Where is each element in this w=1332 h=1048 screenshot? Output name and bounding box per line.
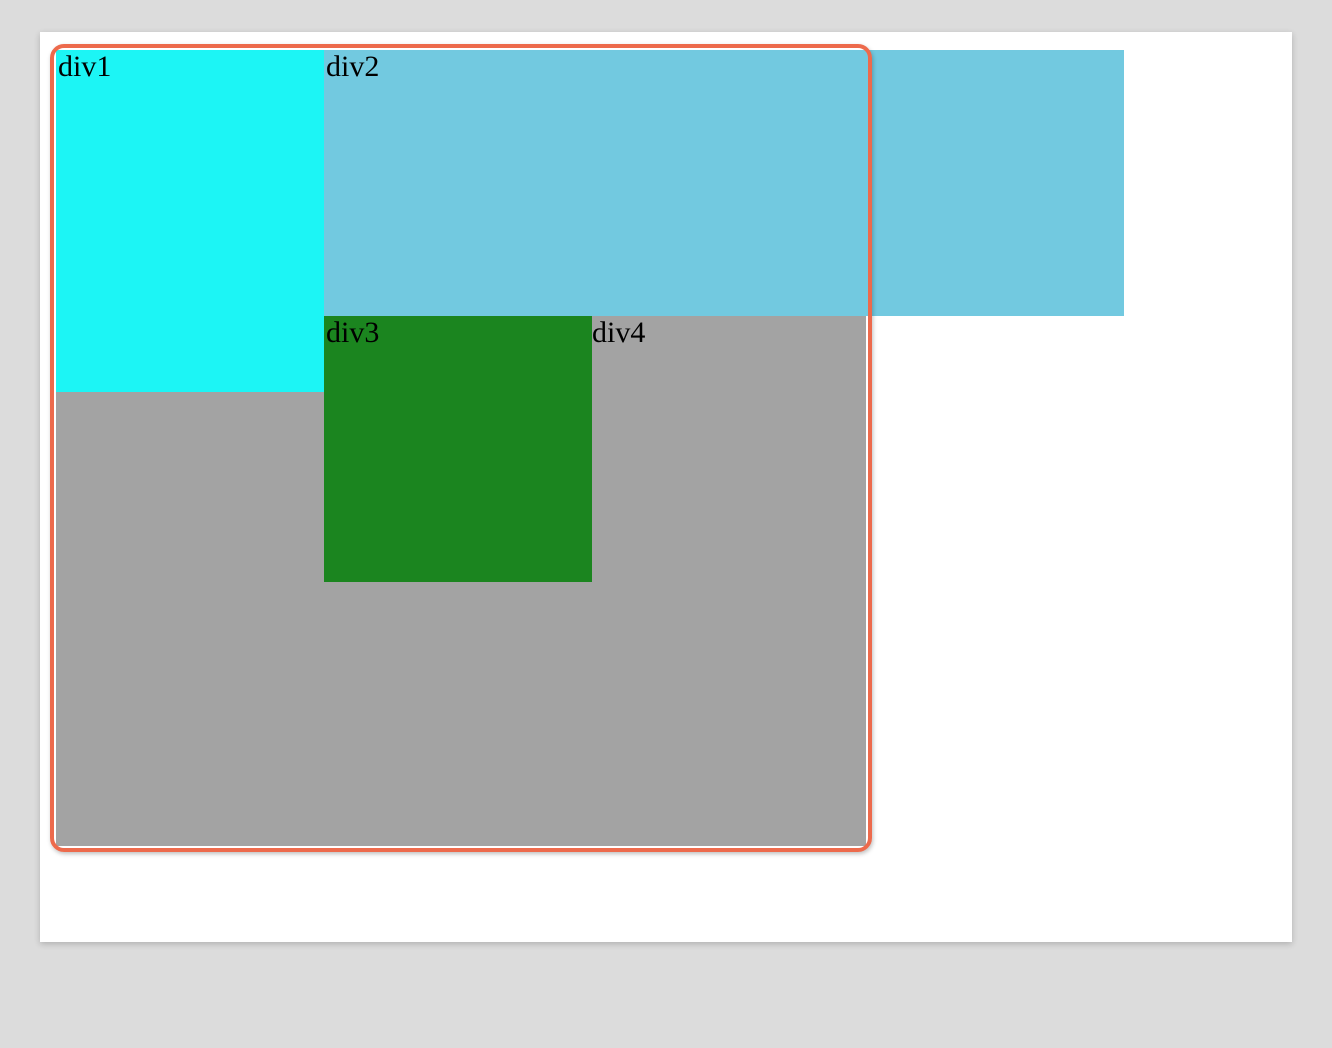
box-div2-label: div2 (326, 50, 379, 83)
box-div4-label: div4 (592, 316, 645, 349)
canvas: div4 div2 div3 div1 (40, 32, 1292, 942)
box-div3-label: div3 (326, 316, 379, 349)
box-div3: div3 (324, 316, 592, 582)
box-div1: div1 (56, 50, 324, 392)
box-div2: div2 (324, 50, 1124, 316)
box-div1-label: div1 (58, 50, 111, 83)
